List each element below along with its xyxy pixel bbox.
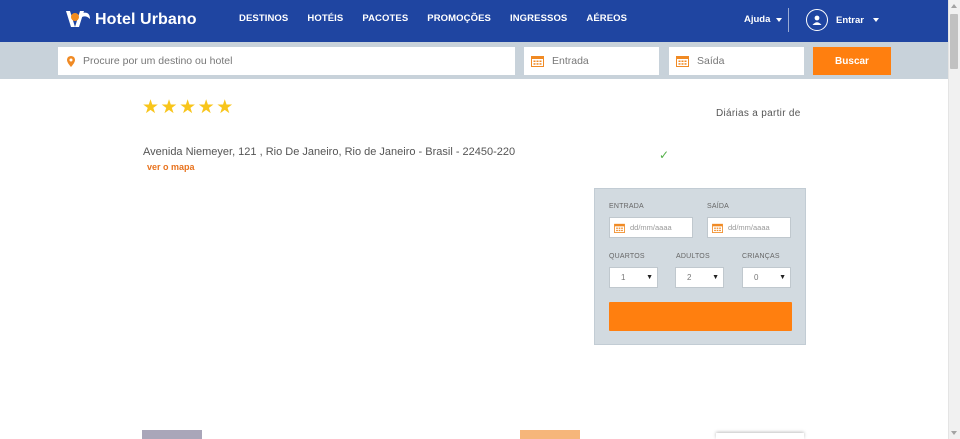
destination-placeholder: Procure por um destino ou hotel: [83, 55, 233, 67]
date-placeholder: dd/mm/aaaa: [728, 223, 770, 232]
main-nav: DESTINOS HOTÉIS PACOTES PROMOÇÕES INGRES…: [239, 0, 646, 37]
top-header: Hotel Urbano DESTINOS HOTÉIS PACOTES PRO…: [0, 0, 948, 42]
checkin-date-input[interactable]: Entrada: [524, 47, 659, 75]
dropdown-arrow-icon: ▼: [712, 274, 719, 281]
login-menu[interactable]: Entrar: [806, 9, 879, 31]
booking-submit-button[interactable]: [609, 302, 792, 331]
search-button[interactable]: Buscar: [813, 47, 891, 75]
dropdown-arrow-icon: ▼: [779, 274, 786, 281]
scroll-up-icon[interactable]: [951, 4, 957, 8]
booking-checkin-input[interactable]: dd/mm/aaaa: [609, 217, 693, 238]
nav-pacotes[interactable]: PACOTES: [362, 13, 408, 24]
hotel-photo-thumbnail[interactable]: [142, 430, 202, 439]
children-value: 0: [754, 273, 759, 282]
checkout-label: SAÍDA: [707, 203, 730, 210]
check-icon: ✓: [659, 148, 670, 162]
view-map-link[interactable]: ver o mapa: [147, 162, 195, 172]
adults-label: ADULTOS: [676, 253, 710, 260]
daily-rate-label: Diárias a partir de: [716, 108, 801, 119]
checkin-label: ENTRADA: [609, 203, 644, 210]
nav-ingressos[interactable]: INGRESSOS: [510, 13, 567, 24]
star-icon: ★: [216, 97, 234, 118]
location-pin-icon: [67, 55, 75, 67]
rooms-label: QUARTOS: [609, 253, 645, 260]
star-rating: ★ ★ ★ ★ ★: [142, 98, 235, 118]
user-icon: [806, 9, 828, 31]
date-placeholder: dd/mm/aaaa: [630, 223, 672, 232]
hotel-urbano-logo-icon: [66, 11, 90, 27]
calendar-icon: [614, 223, 625, 233]
scrollbar-thumb[interactable]: [950, 14, 958, 69]
destination-search-input[interactable]: Procure por um destino ou hotel: [58, 47, 515, 75]
star-icon: ★: [179, 97, 197, 118]
calendar-icon: [712, 223, 723, 233]
brand-name: Hotel Urbano: [95, 11, 197, 28]
calendar-icon: [676, 55, 689, 67]
booking-panel: ENTRADA SAÍDA dd/mm/aaaa dd/mm/aaaa QUAR…: [594, 188, 806, 345]
login-label: Entrar: [836, 14, 864, 26]
nav-hoteis[interactable]: HOTÉIS: [307, 13, 343, 24]
children-label: CRIANÇAS: [742, 253, 780, 260]
star-icon: ★: [197, 97, 215, 118]
nav-promocoes[interactable]: PROMOÇÕES: [427, 13, 491, 24]
rooms-select[interactable]: 1 ▼: [609, 267, 658, 288]
star-icon: ★: [160, 97, 178, 118]
adults-select[interactable]: 2 ▼: [675, 267, 724, 288]
calendar-icon: [531, 55, 544, 67]
header-divider: [788, 8, 789, 32]
rooms-value: 1: [621, 273, 626, 282]
search-bar: Procure por um destino ou hotel Entrada …: [0, 42, 948, 79]
chevron-down-icon: [776, 17, 783, 22]
star-icon: ★: [142, 97, 160, 118]
card-edge: [716, 433, 804, 439]
hotel-address: Avenida Niemeyer, 121 , Rio De Janeiro, …: [143, 146, 516, 158]
checkout-placeholder: Saída: [697, 55, 725, 67]
brand-logo[interactable]: Hotel Urbano: [64, 9, 197, 31]
nav-aereos[interactable]: AÉREOS: [586, 13, 627, 24]
scroll-down-icon[interactable]: [951, 431, 957, 435]
chevron-down-icon: [872, 18, 879, 22]
checkin-placeholder: Entrada: [552, 55, 589, 67]
hotel-photo-thumbnail[interactable]: [520, 430, 580, 439]
help-menu[interactable]: Ajuda: [744, 14, 783, 25]
children-select[interactable]: 0 ▼: [742, 267, 791, 288]
booking-checkout-input[interactable]: dd/mm/aaaa: [707, 217, 791, 238]
dropdown-arrow-icon: ▼: [646, 274, 653, 281]
checkout-date-input[interactable]: Saída: [669, 47, 804, 75]
nav-destinos[interactable]: DESTINOS: [239, 13, 288, 24]
help-label: Ajuda: [744, 14, 771, 25]
adults-value: 2: [687, 273, 692, 282]
